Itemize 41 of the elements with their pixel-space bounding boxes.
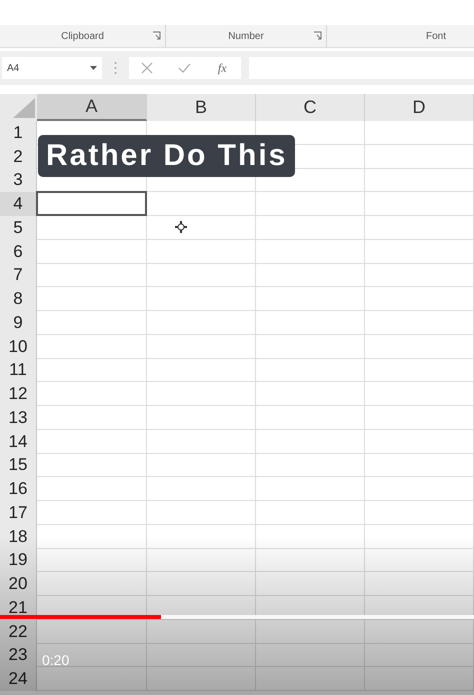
ribbon-group-label: Number <box>228 30 264 42</box>
ribbon-group-label: Clipboard <box>61 30 104 42</box>
row-header[interactable]: 17 <box>0 501 37 525</box>
caption-banner: Rather Do This <box>38 135 296 177</box>
ribbon-group-label: Font <box>426 30 446 42</box>
row-header[interactable]: 6 <box>0 240 37 264</box>
dialog-launcher-icon[interactable] <box>313 31 322 40</box>
row-header[interactable]: 20 <box>0 572 37 596</box>
row-header[interactable]: 12 <box>0 382 37 406</box>
row-header[interactable]: 2 <box>0 144 37 168</box>
progress-track[interactable] <box>0 615 474 619</box>
name-box[interactable]: A4 <box>2 57 102 79</box>
row-header[interactable]: 19 <box>0 548 37 572</box>
row-header[interactable]: 3 <box>0 168 37 192</box>
row-header[interactable]: 15 <box>0 454 37 478</box>
insert-function-button[interactable]: fx <box>216 60 229 76</box>
column-header[interactable]: C <box>256 94 365 121</box>
row-header[interactable]: 23 <box>0 644 37 668</box>
row-header[interactable]: 5 <box>0 216 37 240</box>
video-time: 0:20 <box>42 652 70 668</box>
cursor-icon <box>174 220 188 234</box>
row-header[interactable]: 11 <box>0 358 37 382</box>
column-header[interactable]: B <box>147 94 256 121</box>
row-header[interactable]: 1 <box>0 121 37 145</box>
row-header[interactable]: 7 <box>0 264 37 288</box>
cancel-icon[interactable] <box>141 62 154 74</box>
column-header[interactable]: D <box>365 94 474 121</box>
row-header[interactable]: 14 <box>0 430 37 454</box>
row-header[interactable]: 24 <box>0 667 37 691</box>
row-header[interactable]: 16 <box>0 477 37 501</box>
dialog-launcher-icon[interactable] <box>152 31 161 40</box>
row-header[interactable]: 10 <box>0 334 37 358</box>
row-header[interactable]: 9 <box>0 311 37 335</box>
column-header[interactable]: A <box>37 94 147 121</box>
grip-icon <box>114 61 117 75</box>
row-header[interactable]: 8 <box>0 287 37 311</box>
row-header[interactable]: 13 <box>0 406 37 430</box>
row-header[interactable]: 18 <box>0 524 37 548</box>
row-header[interactable]: 4 <box>0 192 37 216</box>
row-header[interactable]: 22 <box>0 620 37 644</box>
check-icon[interactable] <box>178 63 192 73</box>
